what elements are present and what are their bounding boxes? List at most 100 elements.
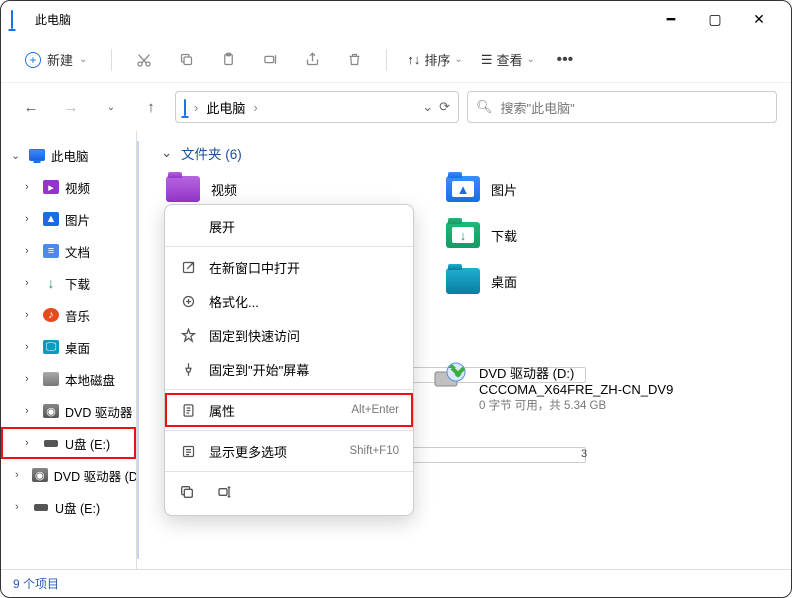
- sort-button[interactable]: ↑↓ 排序 ⌄: [401, 50, 468, 69]
- sidebar-item-local-disk[interactable]: › 本地磁盘: [1, 363, 136, 395]
- sidebar-item-music[interactable]: ›♪音乐: [1, 299, 136, 331]
- search-input[interactable]: 🔍︎ 搜索"此电脑": [467, 91, 777, 123]
- sidebar-item-pictures[interactable]: ›▲图片: [1, 203, 136, 235]
- delete-button[interactable]: [336, 45, 372, 75]
- back-button[interactable]: ←: [15, 91, 47, 123]
- separator: [111, 49, 112, 71]
- copy-button[interactable]: [168, 45, 204, 75]
- new-button[interactable]: + 新建 ⌄: [15, 46, 97, 73]
- monitor-icon: [184, 100, 186, 115]
- refresh-button[interactable]: ⟳: [439, 99, 450, 115]
- sidebar-item-desktop[interactable]: ›🖵桌面: [1, 331, 136, 363]
- view-button[interactable]: ☰ 查看 ⌄: [475, 50, 541, 69]
- cm-pin-start[interactable]: 固定到"开始"屏幕: [165, 352, 413, 386]
- drive-name: DVD 驱动器 (D:): [479, 363, 673, 382]
- new-window-icon: [179, 258, 197, 276]
- sort-icon: ↑↓: [407, 52, 420, 67]
- folder-item-downloads[interactable]: ↓ 下载: [445, 219, 725, 251]
- search-icon: 🔍︎: [476, 99, 493, 115]
- monitor-icon: [11, 11, 27, 27]
- more-button[interactable]: •••: [547, 45, 583, 75]
- sidebar-item-label: 音乐: [65, 306, 90, 325]
- maximize-button[interactable]: ▢: [693, 4, 737, 34]
- view-label: 查看: [496, 50, 522, 69]
- folder-item-desktop[interactable]: 桌面: [445, 265, 725, 297]
- cm-show-more-options[interactable]: 显示更多选项 Shift+F10: [165, 434, 413, 468]
- cm-label: 展开: [209, 217, 399, 236]
- sidebar-item-label: 图片: [65, 210, 90, 229]
- item-label: 桌面: [491, 272, 517, 291]
- up-button[interactable]: ↑: [135, 91, 167, 123]
- sidebar-item-usb-drive[interactable]: › U盘 (E:): [1, 427, 136, 459]
- separator: [165, 430, 413, 431]
- star-icon: [179, 326, 197, 344]
- cm-label: 在新窗口中打开: [209, 258, 399, 277]
- chevron-down-icon[interactable]: ⌄: [422, 99, 433, 115]
- folder-icon: [446, 268, 480, 294]
- chevron-right-icon: ›: [25, 181, 37, 193]
- cm-label: 固定到"开始"屏幕: [209, 360, 399, 379]
- sidebar-item-dvd-drive-d[interactable]: ›◉DVD 驱动器 (D:): [1, 459, 136, 491]
- status-item-count: 9 个项目: [13, 575, 59, 592]
- sort-label: 排序: [424, 50, 450, 69]
- properties-icon: [179, 401, 197, 419]
- cm-pin-quick-access[interactable]: 固定到快速访问: [165, 318, 413, 352]
- sidebar-item-label: U盘 (E:): [65, 434, 110, 453]
- document-icon: ≡: [43, 244, 59, 258]
- drive-item-dvd[interactable]: DVD 驱动器 (D:) CCCOMA_X64FRE_ZH-CN_DV9 0 字…: [433, 363, 733, 413]
- close-button[interactable]: ✕: [737, 4, 781, 34]
- cm-bottom-row: [165, 475, 413, 511]
- cm-format[interactable]: 格式化...: [165, 284, 413, 318]
- sidebar-item-label: DVD 驱动器 (D:): [54, 466, 136, 485]
- separator: [165, 246, 413, 247]
- chevron-right-icon: ›: [25, 373, 37, 385]
- list-icon: [179, 442, 197, 460]
- scroll-indicator: [137, 141, 139, 559]
- item-label: 图片: [491, 180, 517, 199]
- disc-drive-icon: [433, 363, 469, 389]
- item-label: 视频: [211, 180, 237, 199]
- usb-icon: [44, 440, 58, 447]
- copy-icon[interactable]: [179, 484, 195, 503]
- drive-icon: [43, 372, 59, 386]
- chevron-down-icon[interactable]: ⌄: [95, 91, 127, 123]
- rename-button[interactable]: [252, 45, 288, 75]
- sidebar-item-label: 本地磁盘: [65, 370, 115, 389]
- separator: [165, 471, 413, 472]
- sidebar-this-pc[interactable]: ⌄ 此电脑: [1, 139, 136, 171]
- section-header-folders[interactable]: ⌄ 文件夹 (6): [161, 143, 777, 163]
- window-title: 此电脑: [35, 11, 649, 28]
- sidebar-item-documents[interactable]: ›≡文档: [1, 235, 136, 267]
- minimize-button[interactable]: ━: [649, 4, 693, 34]
- sidebar-item-usb-drive-e[interactable]: ›U盘 (E:): [1, 491, 136, 523]
- video-icon: ▸: [43, 180, 59, 194]
- cm-shortcut: Shift+F10: [349, 445, 399, 457]
- chevron-down-icon: ⌄: [11, 149, 23, 162]
- forward-button[interactable]: →: [55, 91, 87, 123]
- cut-button[interactable]: [126, 45, 162, 75]
- rename-icon[interactable]: [217, 484, 233, 503]
- folder-item-videos[interactable]: 视频: [165, 173, 445, 205]
- cm-expand[interactable]: 展开: [165, 209, 413, 243]
- paste-button[interactable]: [210, 45, 246, 75]
- folder-item-pictures[interactable]: ▲ 图片: [445, 173, 725, 205]
- sidebar-item-label: 此电脑: [51, 146, 89, 165]
- chevron-down-icon: ⌄: [79, 54, 87, 65]
- share-button[interactable]: [294, 45, 330, 75]
- sidebar-item-dvd-drive[interactable]: ›◉DVD 驱动器: [1, 395, 136, 427]
- address-bar[interactable]: › 此电脑 › ⌄ ⟳: [175, 91, 459, 123]
- chevron-right-icon: ›: [25, 437, 37, 449]
- chevron-down-icon: ⌄: [454, 54, 462, 65]
- cm-open-new-window[interactable]: 在新窗口中打开: [165, 250, 413, 284]
- chevron-right-icon: ›: [253, 100, 257, 115]
- folder-icon: [166, 176, 200, 202]
- chevron-right-icon: ›: [25, 341, 37, 353]
- disc-icon: ◉: [43, 404, 59, 418]
- separator: [386, 49, 387, 71]
- desktop-icon: 🖵: [43, 340, 59, 354]
- separator: [165, 389, 413, 390]
- breadcrumb-this-pc[interactable]: 此电脑: [206, 98, 245, 117]
- sidebar-item-downloads[interactable]: ›↓下载: [1, 267, 136, 299]
- cm-properties[interactable]: 属性 Alt+Enter: [165, 393, 413, 427]
- sidebar-item-videos[interactable]: ›▸视频: [1, 171, 136, 203]
